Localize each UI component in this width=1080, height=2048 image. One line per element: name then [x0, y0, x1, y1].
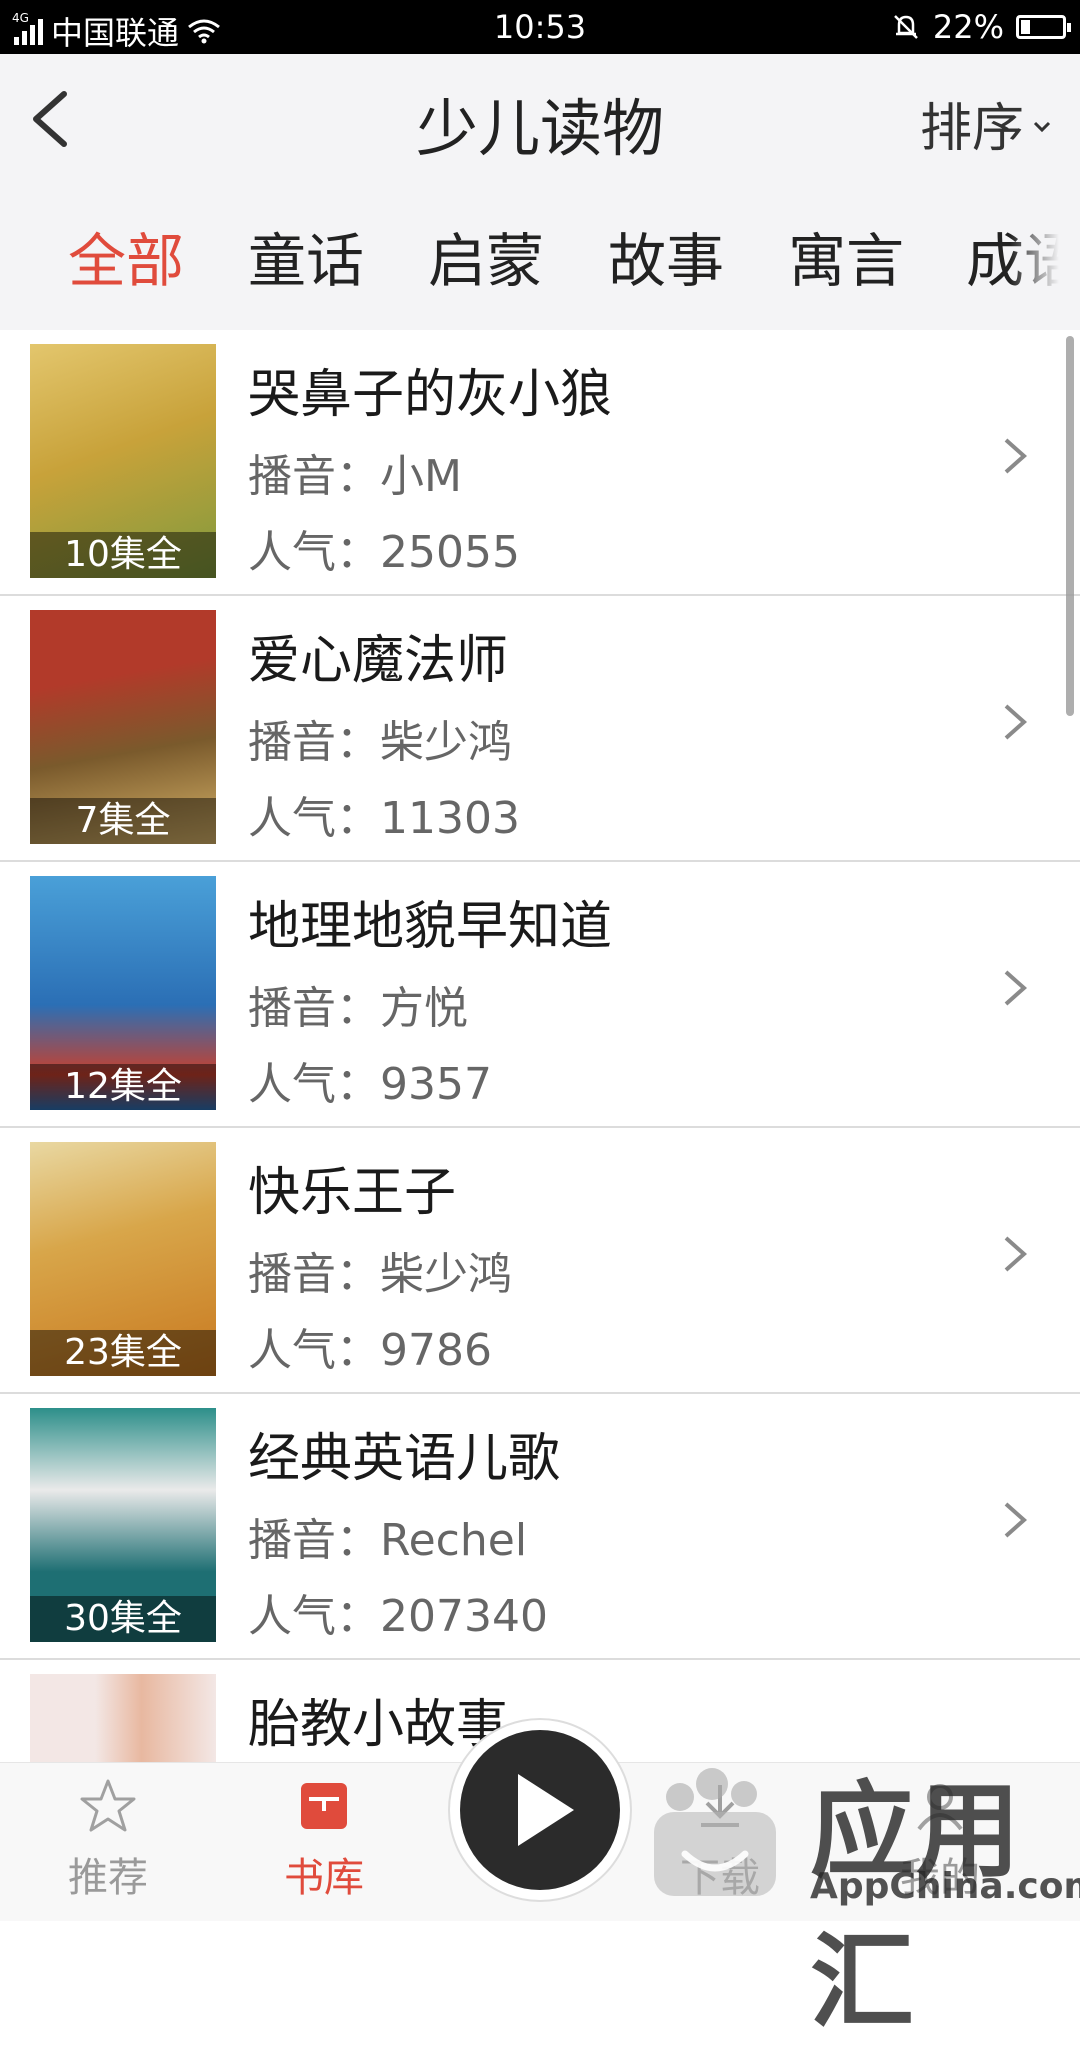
- download-icon: [701, 1785, 739, 1827]
- battery-percent: 22%: [932, 8, 1004, 46]
- list-scrollbar[interactable]: [1066, 336, 1074, 716]
- episode-count: 30集全: [30, 1596, 216, 1642]
- book-announcer: 播音：小M: [248, 451, 462, 502]
- book-title: 胎教小故事: [248, 1695, 509, 1755]
- book-cover: 12集全: [30, 876, 216, 1110]
- sort-label: 排序: [919, 99, 1024, 159]
- tab-fairy-tales[interactable]: 童话: [248, 214, 364, 298]
- battery-icon: [1016, 15, 1071, 39]
- book-cover: 30集全: [30, 1408, 216, 1642]
- star-icon: [80, 1779, 136, 1832]
- book-row[interactable]: 10集全 哭鼻子的灰小狼 播音：小M 人气：25055: [0, 330, 1080, 596]
- chevron-right-icon: [1004, 970, 1028, 1006]
- book-announcer: 播音：柴少鸿: [248, 1249, 512, 1300]
- episode-count: 10集全: [30, 532, 216, 578]
- category-tabs: 全部 童话 启蒙 故事 寓言 成语: [0, 182, 1080, 330]
- book-popularity: 人气：207340: [248, 1591, 548, 1642]
- book-title: 哭鼻子的灰小狼: [248, 365, 613, 425]
- book-cover: 7集全: [30, 610, 216, 844]
- episode-count: 7集全: [30, 798, 216, 844]
- book-announcer: 播音：Rechel: [248, 1515, 528, 1566]
- book-popularity: 人气：25055: [248, 527, 520, 578]
- book-popularity: 人气：9786: [248, 1325, 492, 1376]
- sort-button[interactable]: 排序: [920, 86, 1052, 161]
- play-icon: [518, 1774, 574, 1846]
- book-cover: [30, 1674, 216, 1762]
- chevron-right-icon: [1004, 704, 1028, 740]
- book-row[interactable]: 30集全 经典英语儿歌 播音：Rechel 人气：207340: [0, 1394, 1080, 1660]
- chevron-down-icon: [1033, 121, 1051, 132]
- nav-recommend[interactable]: 推荐: [28, 1777, 188, 1903]
- mute-bell-icon: [893, 15, 918, 39]
- book-row[interactable]: 12集全 地理地貌早知道 播音：方悦 人气：9357: [0, 862, 1080, 1128]
- nav-download-label: 下载: [680, 1855, 760, 1901]
- nav-library-label: 书库: [284, 1855, 364, 1901]
- episode-count: 12集全: [30, 1064, 216, 1110]
- book-title: 经典英语儿歌: [248, 1429, 561, 1489]
- status-bar: 4G 中国联通 10:53 22%: [0, 0, 1080, 54]
- nav-recommend-label: 推荐: [68, 1855, 148, 1901]
- nav-library[interactable]: 书库: [244, 1777, 404, 1903]
- book-cover: 23集全: [30, 1142, 216, 1376]
- chevron-right-icon: [1004, 1502, 1028, 1538]
- book-row[interactable]: 23集全 快乐王子 播音：柴少鸿 人气：9786: [0, 1128, 1080, 1394]
- play-button[interactable]: [460, 1730, 620, 1890]
- book-icon: [301, 1783, 347, 1829]
- tab-fables[interactable]: 寓言: [788, 214, 904, 298]
- status-right: 22%: [891, 8, 1071, 46]
- tab-all[interactable]: 全部: [68, 214, 184, 298]
- book-popularity: 人气：9357: [248, 1059, 492, 1110]
- book-cover: 10集全: [30, 344, 216, 578]
- book-list[interactable]: 10集全 哭鼻子的灰小狼 播音：小M 人气：25055 7集全 爱心魔法师 播音…: [0, 330, 1080, 1762]
- nav-mine[interactable]: 我的: [860, 1777, 1020, 1903]
- episode-count: 23集全: [30, 1330, 216, 1376]
- book-announcer: 播音：柴少鸿: [248, 717, 512, 768]
- book-title: 地理地貌早知道: [248, 897, 613, 957]
- nav-mine-label: 我的: [900, 1855, 980, 1901]
- tabs-fade: [1010, 182, 1080, 330]
- book-popularity: 人气：11303: [248, 793, 520, 844]
- page-title: 少儿读物: [415, 92, 664, 165]
- chevron-right-icon: [1004, 438, 1028, 474]
- book-title: 快乐王子: [248, 1163, 457, 1223]
- tab-stories[interactable]: 故事: [608, 214, 724, 298]
- chevron-right-icon: [1004, 1236, 1028, 1272]
- nav-header: 少儿读物 排序: [0, 54, 1080, 182]
- book-row[interactable]: 7集全 爱心魔法师 播音：柴少鸿 人气：11303: [0, 596, 1080, 862]
- nav-download[interactable]: 下载: [640, 1777, 800, 1903]
- book-announcer: 播音：方悦: [248, 983, 468, 1034]
- tab-enlightenment[interactable]: 启蒙: [428, 214, 544, 298]
- user-icon: [917, 1784, 963, 1831]
- book-title: 爱心魔法师: [248, 631, 509, 691]
- cover-art: [30, 1674, 216, 1762]
